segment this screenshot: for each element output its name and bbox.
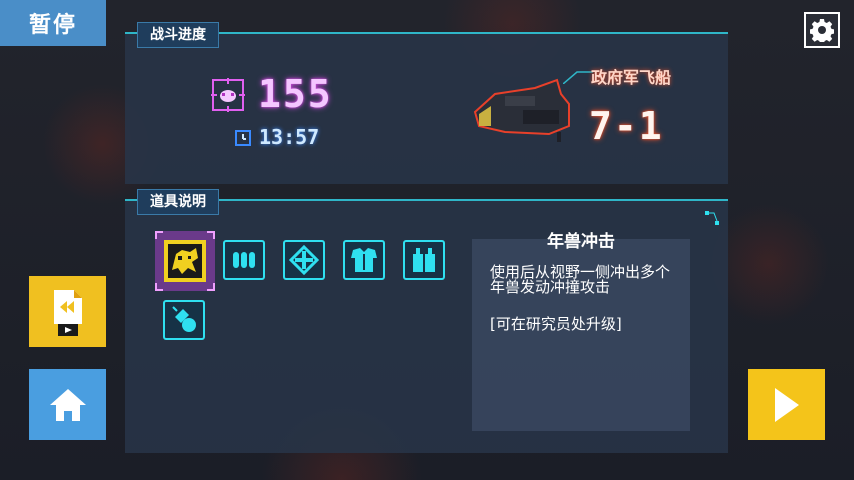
enemy-ship-icon — [473, 78, 570, 142]
beast-charge-frame — [164, 240, 206, 282]
item-slot-bullets[interactable] — [223, 240, 265, 280]
selection-corner — [207, 231, 215, 239]
replay-save-button[interactable] — [29, 276, 106, 347]
item-description-panel: 道具说明 年兽冲击 使用后从视野一侧冲出多个年兽发动冲撞攻击 [可在研究员处升级… — [125, 189, 728, 453]
beast-charge-icon — [168, 244, 202, 278]
stage-number: 7-1 — [589, 104, 664, 148]
ship-name: 政府军飞船 — [591, 68, 672, 87]
pause-title: 暂停 — [0, 0, 106, 46]
link-corner-icon — [705, 211, 719, 225]
elapsed-time: 13:57 — [259, 125, 320, 149]
play-arrow-icon — [774, 387, 799, 422]
crosshair-icon — [289, 245, 319, 275]
item-slot-armor[interactable] — [343, 240, 385, 280]
item-slot-grenade[interactable] — [163, 300, 205, 340]
settings-button[interactable] — [804, 12, 840, 48]
ship-label-pointer — [563, 71, 593, 84]
item-description-tag: 道具说明 — [137, 189, 219, 215]
battle-progress-panel: 战斗进度 155 13:57 政府军飞船 7-1 — [125, 22, 728, 184]
kill-count: 155 — [258, 72, 333, 116]
armor-icon — [351, 248, 377, 272]
item-detail-box: 年兽冲击 使用后从视野一侧冲出多个年兽发动冲撞攻击 [可在研究员处升级] — [472, 232, 690, 431]
home-icon — [49, 388, 86, 421]
gear-icon — [810, 19, 834, 42]
bottles-icon — [413, 248, 435, 272]
item-name: 年兽冲击 — [547, 232, 615, 252]
battle-progress-tag: 战斗进度 — [137, 22, 219, 48]
bullets-icon — [233, 252, 255, 268]
selection-corner — [207, 283, 215, 291]
grenade-icon — [172, 306, 196, 332]
item-description: 使用后从视野一侧冲出多个年兽发动冲撞攻击 — [490, 263, 671, 296]
upgrade-note: [可在研究员处升级] — [490, 315, 622, 333]
kill-target-icon — [211, 78, 245, 112]
home-button[interactable] — [29, 369, 106, 440]
selection-corner — [155, 231, 163, 239]
replay-file-icon — [53, 289, 82, 336]
clock-icon — [235, 130, 251, 146]
selection-corner — [155, 283, 163, 291]
item-slot-crosshair[interactable] — [283, 240, 325, 280]
item-slot-bottles[interactable] — [403, 240, 445, 280]
item-slot-beast-charge[interactable] — [155, 231, 215, 291]
continue-button[interactable] — [748, 369, 825, 440]
